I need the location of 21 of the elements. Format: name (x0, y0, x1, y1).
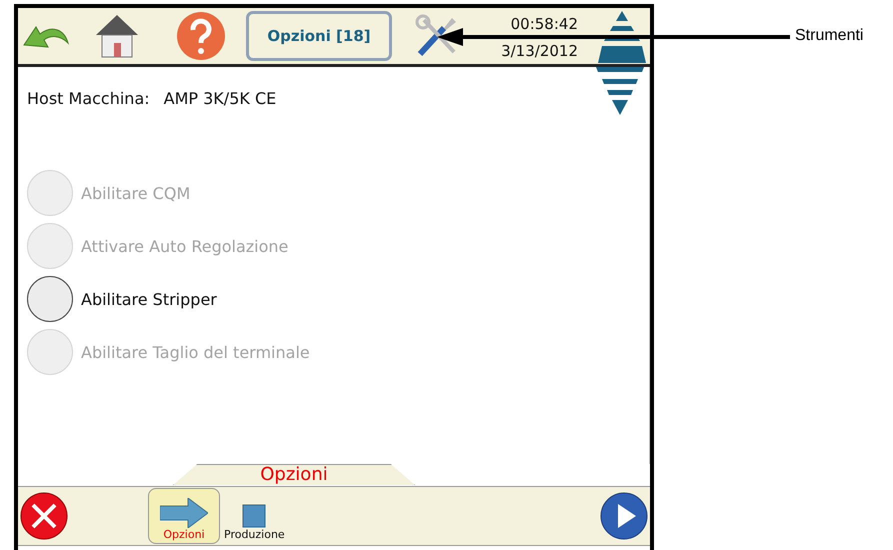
tools-icon[interactable] (414, 14, 458, 58)
nav-tab[interactable]: Opzioni (148, 488, 220, 544)
radio-button[interactable] (27, 276, 73, 322)
time-text: 00:58:42 (510, 15, 578, 33)
options-title-button[interactable]: Opzioni [18] (246, 11, 392, 61)
arrow-icon (160, 498, 208, 528)
option-label: Abilitare Stripper (81, 290, 217, 308)
close-icon[interactable] (20, 492, 68, 540)
option-label: Abilitare CQM (81, 184, 190, 202)
host-label: Host Macchina: (27, 89, 150, 108)
help-icon[interactable] (176, 11, 226, 61)
nav-tab[interactable]: Produzione (220, 488, 289, 544)
play-icon[interactable] (600, 492, 648, 540)
scroll-up-icon[interactable] (598, 9, 646, 63)
callout-label: Strumenti (795, 27, 864, 45)
option-label: Abilitare Taglio del terminale (81, 342, 310, 362)
date-text: 3/13/2012 (501, 42, 578, 60)
scroll-down-icon[interactable] (596, 67, 644, 115)
square-icon (242, 504, 266, 528)
option-label: Attivare Auto Regolazione (81, 236, 288, 256)
host-value: AMP 3K/5K CE (164, 89, 276, 108)
